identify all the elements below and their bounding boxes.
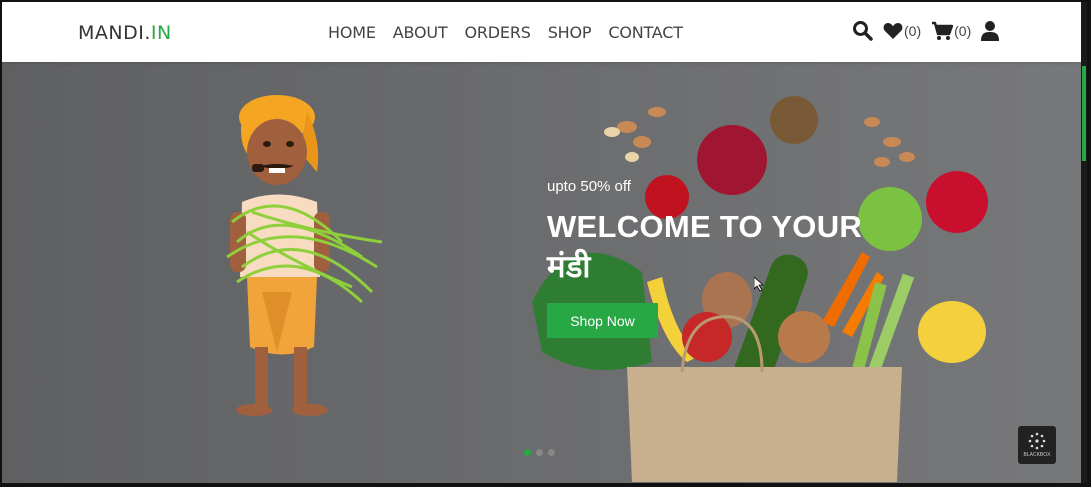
badge-label: BLACKBOX	[1023, 452, 1051, 458]
hero-title-line2: मंडी	[547, 249, 591, 284]
blackbox-logo-icon	[1028, 432, 1046, 450]
hero-subtitle: upto 50% off	[547, 178, 631, 195]
hero-banner: upto 50% off WELCOME TO YOUR मंडी Shop N…	[2, 62, 1081, 483]
hero-title: WELCOME TO YOUR मंडी	[547, 207, 862, 287]
mouse-cursor-icon	[754, 277, 764, 292]
nav-icons: (0) (0)	[852, 20, 1000, 41]
nav-home[interactable]: HOME	[328, 23, 376, 42]
hero-text: upto 50% off WELCOME TO YOUR मंडी	[547, 178, 862, 287]
nav-contact[interactable]: CONTACT	[608, 23, 683, 42]
carousel-dots	[524, 449, 555, 456]
blackbox-badge[interactable]: BLACKBOX	[1018, 426, 1056, 464]
cart-icon	[931, 21, 954, 41]
site-logo[interactable]: MANDI.IN	[78, 22, 172, 44]
carousel-dot-2[interactable]	[536, 449, 543, 456]
logo-main: MANDI.	[78, 22, 151, 44]
hero-title-line1: WELCOME TO YOUR	[547, 209, 863, 244]
heart-icon	[883, 22, 903, 40]
farmer-illustration	[226, 95, 383, 416]
wishlist-button[interactable]: (0)	[883, 22, 921, 40]
app-window: MANDI.IN HOME ABOUT ORDERS SHOP CONTACT …	[2, 2, 1081, 483]
cart-button[interactable]: (0)	[931, 21, 971, 41]
nav-links: HOME ABOUT ORDERS SHOP CONTACT	[328, 23, 683, 42]
navbar: MANDI.IN HOME ABOUT ORDERS SHOP CONTACT …	[2, 2, 1081, 62]
logo-accent: IN	[150, 22, 172, 44]
scrollbar-thumb[interactable]	[1082, 66, 1086, 161]
search-icon[interactable]	[852, 20, 873, 41]
shop-now-button[interactable]: Shop Now	[547, 303, 658, 338]
carousel-dot-1[interactable]	[524, 449, 531, 456]
nav-shop[interactable]: SHOP	[548, 23, 592, 42]
nav-orders[interactable]: ORDERS	[464, 23, 530, 42]
user-icon[interactable]	[981, 20, 1000, 41]
cart-count: (0)	[954, 22, 972, 39]
nav-about[interactable]: ABOUT	[393, 23, 448, 42]
wishlist-count: (0)	[904, 22, 922, 39]
carousel-dot-3[interactable]	[548, 449, 555, 456]
